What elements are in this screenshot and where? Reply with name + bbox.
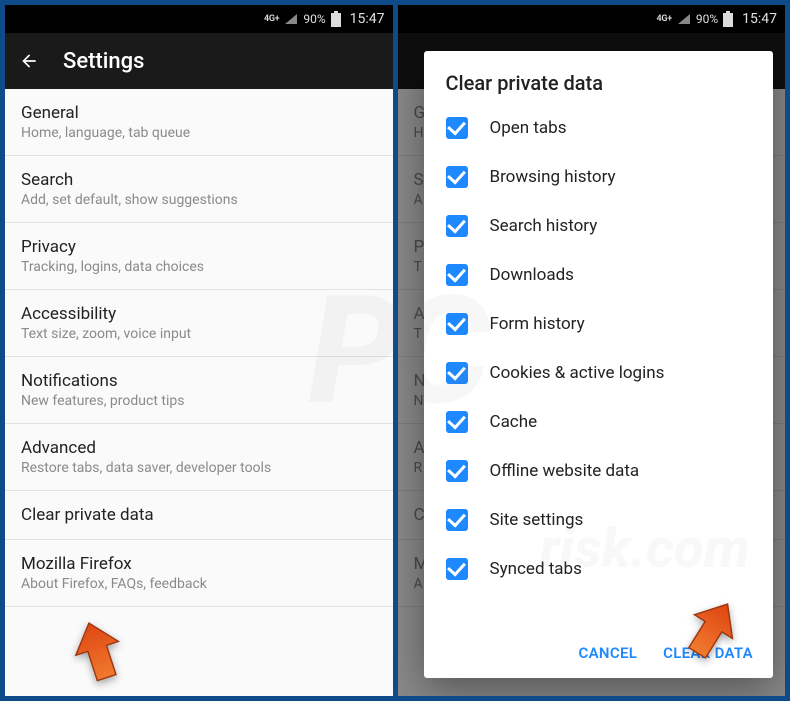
right-screenshot: 4G+ 90% 15:47 GHSAPTATNNARCMA Clear priv…: [398, 5, 786, 696]
settings-item[interactable]: Mozilla Firefox About Firefox, FAQs, feed…: [5, 540, 393, 607]
cancel-button[interactable]: CANCEL: [579, 644, 638, 662]
checkbox-row[interactable]: Site settings: [446, 495, 752, 544]
signal-icon: [284, 13, 298, 25]
checkbox-label: Downloads: [490, 265, 574, 285]
checkbox-icon[interactable]: [446, 117, 468, 139]
checkbox-row[interactable]: Cache: [446, 397, 752, 446]
settings-item[interactable]: Advanced Restore tabs, data saver, develo…: [5, 424, 393, 491]
settings-item-label: Accessibility: [21, 304, 377, 324]
settings-item-subtitle: New features, product tips: [21, 393, 377, 409]
checkbox-icon[interactable]: [446, 411, 468, 433]
checkbox-label: Open tabs: [490, 118, 567, 138]
checkbox-icon[interactable]: [446, 215, 468, 237]
page-title: Settings: [63, 49, 144, 74]
back-icon[interactable]: [19, 51, 39, 71]
settings-item-subtitle: Text size, zoom, voice input: [21, 326, 377, 342]
checkbox-label: Site settings: [490, 510, 584, 530]
checkbox-row[interactable]: Downloads: [446, 250, 752, 299]
dialog-options-list: Open tabs Browsing history Search history D…: [424, 103, 774, 634]
checkbox-row[interactable]: Form history: [446, 299, 752, 348]
settings-item-subtitle: Restore tabs, data saver, developer tool…: [21, 460, 377, 476]
battery-percent: 90%: [696, 12, 718, 26]
checkbox-label: Search history: [490, 216, 598, 236]
settings-item-subtitle: Home, language, tab queue: [21, 125, 377, 141]
clock: 15:47: [350, 11, 385, 27]
settings-item-label: Notifications: [21, 371, 377, 391]
settings-item[interactable]: Search Add, set default, show suggestions: [5, 156, 393, 223]
settings-item[interactable]: Clear private data: [5, 491, 393, 540]
settings-item-subtitle: Add, set default, show suggestions: [21, 192, 377, 208]
network-indicator: 4G+: [657, 15, 672, 24]
settings-item[interactable]: Notifications New features, product tips: [5, 357, 393, 424]
settings-item-label: General: [21, 103, 377, 123]
checkbox-icon[interactable]: [446, 558, 468, 580]
dialog-title: Clear private data: [424, 71, 774, 103]
checkbox-row[interactable]: Offline website data: [446, 446, 752, 495]
dialog-actions: CANCEL CLEAR DATA: [424, 634, 774, 672]
signal-icon: [677, 13, 691, 25]
checkbox-icon[interactable]: [446, 166, 468, 188]
checkbox-icon[interactable]: [446, 264, 468, 286]
battery-percent: 90%: [303, 12, 325, 26]
settings-item-label: Privacy: [21, 237, 377, 257]
checkbox-icon[interactable]: [446, 509, 468, 531]
checkbox-row[interactable]: Cookies & active logins: [446, 348, 752, 397]
checkbox-label: Cache: [490, 412, 538, 432]
status-bar: 4G+ 90% 15:47: [398, 5, 786, 33]
settings-item[interactable]: Privacy Tracking, logins, data choices: [5, 223, 393, 290]
checkbox-label: Browsing history: [490, 167, 616, 187]
status-bar: 4G+ 90% 15:47: [5, 5, 393, 33]
settings-item-subtitle: About Firefox, FAQs, feedback: [21, 576, 377, 592]
settings-item-label: Advanced: [21, 438, 377, 458]
network-indicator: 4G+: [264, 15, 279, 24]
checkbox-icon[interactable]: [446, 460, 468, 482]
checkbox-row[interactable]: Synced tabs: [446, 544, 752, 593]
settings-item-subtitle: Tracking, logins, data choices: [21, 259, 377, 275]
action-bar: Settings: [5, 33, 393, 89]
checkbox-label: Offline website data: [490, 461, 640, 481]
clock: 15:47: [742, 11, 777, 27]
left-screenshot: 4G+ 90% 15:47 Settings General Home, lang…: [5, 5, 393, 696]
settings-item-label: Clear private data: [21, 505, 377, 525]
battery-icon: [723, 11, 733, 27]
settings-item[interactable]: Accessibility Text size, zoom, voice inpu…: [5, 290, 393, 357]
settings-item[interactable]: General Home, language, tab queue: [5, 89, 393, 156]
checkbox-label: Synced tabs: [490, 559, 582, 579]
clear-private-data-dialog: Clear private data Open tabs Browsing his…: [424, 51, 774, 678]
checkbox-label: Form history: [490, 314, 585, 334]
settings-list[interactable]: General Home, language, tab queue Search Ad…: [5, 89, 393, 696]
checkbox-icon[interactable]: [446, 362, 468, 384]
checkbox-icon[interactable]: [446, 313, 468, 335]
checkbox-row[interactable]: Search history: [446, 201, 752, 250]
clear-data-button[interactable]: CLEAR DATA: [663, 644, 753, 662]
settings-item-label: Search: [21, 170, 377, 190]
checkbox-label: Cookies & active logins: [490, 363, 665, 383]
checkbox-row[interactable]: Browsing history: [446, 152, 752, 201]
battery-icon: [331, 11, 341, 27]
settings-item-label: Mozilla Firefox: [21, 554, 377, 574]
checkbox-row[interactable]: Open tabs: [446, 103, 752, 152]
